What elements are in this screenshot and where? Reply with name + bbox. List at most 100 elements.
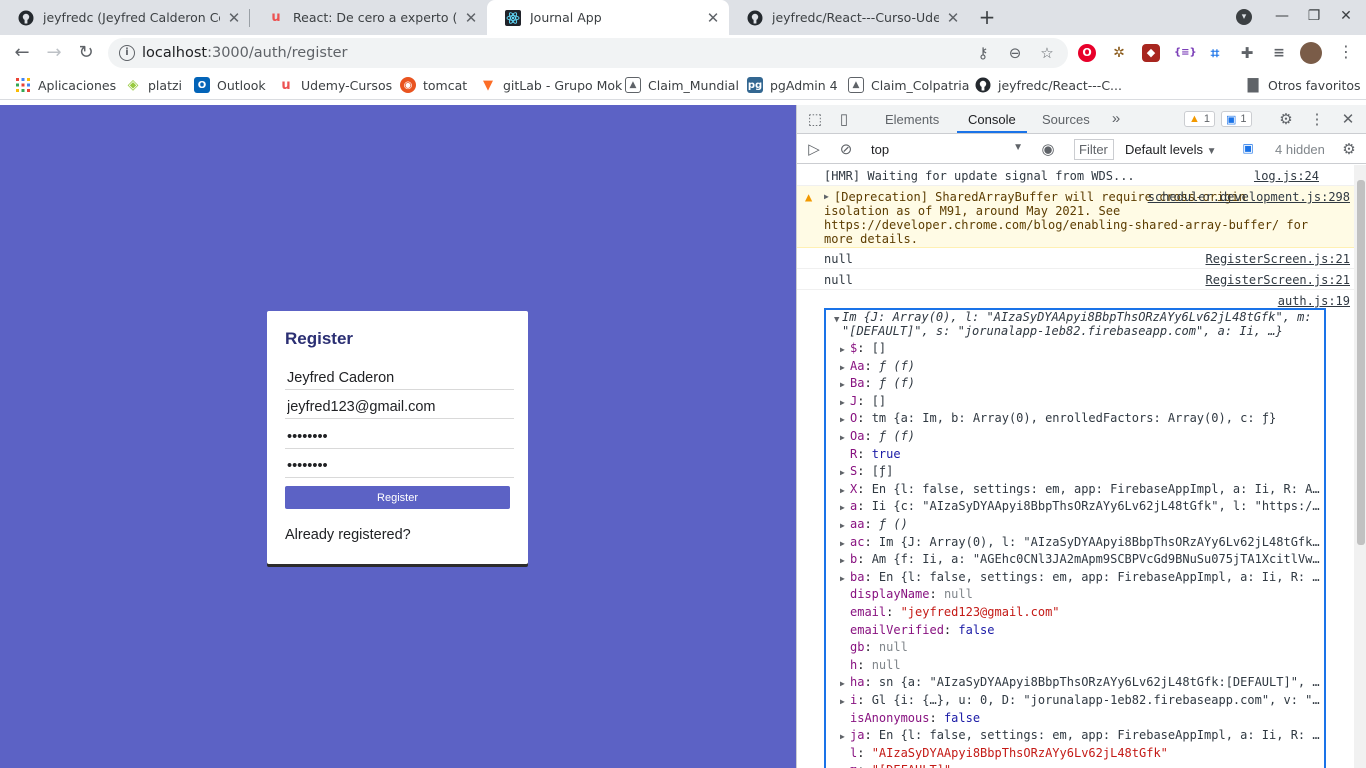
back-button[interactable]: ←	[9, 41, 35, 65]
tab-console[interactable]: Console	[968, 112, 1016, 127]
messages-badge[interactable]: ▣ 1	[1221, 111, 1252, 127]
tab-search-icon[interactable]: ▾	[1236, 9, 1252, 25]
clear-console-icon[interactable]: ⊘	[837, 140, 855, 158]
console-settings-icon[interactable]: ⚙	[1340, 140, 1358, 158]
media-queue-icon[interactable]: ≡	[1270, 44, 1288, 62]
forward-button[interactable]: →	[41, 41, 67, 65]
source-link[interactable]: RegisterScreen.js:21	[1206, 252, 1351, 266]
source-link[interactable]: RegisterScreen.js:21	[1206, 273, 1351, 287]
bookmark-claim-colpatria[interactable]: ▲ Claim_Colpatria	[848, 77, 969, 93]
tab-github-repo[interactable]: jeyfredc/React---Curso-Udemy ✕	[729, 0, 969, 35]
info-icon[interactable]: i	[119, 45, 135, 61]
expand-triangle-icon[interactable]: ▶	[840, 693, 850, 709]
bookmark-platzi[interactable]: ◈ platzi	[125, 77, 182, 93]
close-icon[interactable]: ✕	[705, 9, 721, 27]
collapse-triangle-icon[interactable]: ▼	[834, 313, 839, 327]
object-property-row[interactable]: ▶ ha: sn {a: "AIzaSyDYAApyi8BbpThsORzAYy6…	[840, 674, 1324, 691]
window-close-icon[interactable]: ✕	[1337, 8, 1355, 24]
devtools-menu-icon[interactable]: ⋮	[1308, 110, 1326, 128]
maximize-icon[interactable]: ❐	[1305, 8, 1323, 24]
tab-journal-app[interactable]: Journal App ✕	[487, 0, 729, 35]
bookmark-other-favorites[interactable]: ▇ Otros favoritos	[1245, 77, 1361, 93]
object-property-row[interactable]: ▶ ja: En {l: false, settings: em, app: Fi…	[840, 727, 1324, 744]
key-icon[interactable]: ⚷	[974, 44, 992, 62]
expand-triangle-icon[interactable]: ▶	[840, 482, 850, 498]
expand-triangle-icon[interactable]: ▶	[840, 535, 850, 551]
inspect-element-icon[interactable]: ⬚	[806, 110, 824, 128]
source-link[interactable]: scheduler.development.js:298	[1148, 190, 1350, 204]
register-button[interactable]: Register	[285, 486, 510, 509]
tab-udemy-course[interactable]: u React: De cero a experto ( Hooks ✕	[250, 0, 487, 35]
expand-triangle-icon[interactable]: ▶	[840, 429, 850, 445]
scrollbar-thumb[interactable]	[1357, 180, 1365, 545]
tab-sources[interactable]: Sources	[1042, 112, 1090, 127]
name-field[interactable]	[285, 366, 514, 390]
bookmark-tomcat[interactable]: ◉ tomcat	[400, 77, 467, 93]
new-tab-button[interactable]: +	[975, 6, 999, 30]
url-text[interactable]: localhost:3000/auth/register	[142, 45, 348, 61]
object-property-row[interactable]: ▶ a: Ii {c: "AIzaSyDYAApyi8BbpThsORzAYy6L…	[840, 498, 1324, 515]
object-property-row[interactable]: ▶ b: Am {f: Ii, a: "AGEhc0CNl3JA2mApm9SCB…	[840, 551, 1324, 568]
bookmark-pgadmin[interactable]: pg pgAdmin 4	[747, 77, 838, 93]
extensions-puzzle-icon[interactable]: ✚	[1238, 44, 1256, 62]
expand-triangle-icon[interactable]: ▶	[840, 570, 850, 586]
expand-triangle-icon[interactable]: ▶	[824, 190, 829, 204]
filter-input[interactable]: Filter	[1074, 139, 1114, 160]
object-property-row[interactable]: ▶ i: Gl {i: {…}, u: 0, D: "jorunalapp-1eb…	[840, 692, 1324, 709]
bookmark-github-repo[interactable]: jeyfredc/React---C...	[975, 77, 1122, 93]
device-toolbar-icon[interactable]: ▯	[835, 110, 853, 128]
close-icon[interactable]: ✕	[945, 9, 961, 27]
bookmark-outlook[interactable]: O Outlook	[194, 77, 266, 93]
sidebar-toggle-icon[interactable]: ▷	[805, 140, 823, 158]
object-property-row[interactable]: ▶ O: tm {a: Im, b: Array(0), enrolledFact…	[840, 410, 1324, 427]
close-icon[interactable]: ✕	[463, 9, 479, 27]
expand-triangle-icon[interactable]: ▶	[840, 517, 850, 533]
object-property-row[interactable]: ▶ Ba: ƒ (f)	[840, 375, 1324, 392]
extension-json-icon[interactable]: {≡}	[1174, 44, 1197, 62]
warnings-badge[interactable]: ▲ 1	[1184, 111, 1216, 127]
expand-triangle-icon[interactable]: ▶	[840, 394, 850, 410]
console-scrollbar[interactable]	[1354, 165, 1366, 768]
password-confirm-field[interactable]	[285, 454, 514, 478]
password-field[interactable]	[285, 425, 514, 449]
zoom-icon[interactable]: ⊖	[1006, 44, 1024, 62]
tab-elements[interactable]: Elements	[885, 112, 939, 127]
expand-triangle-icon[interactable]: ▶	[840, 376, 850, 392]
object-property-row[interactable]: ▶ Oa: ƒ (f)	[840, 428, 1324, 445]
object-property-row[interactable]: ▶ $: []	[840, 340, 1324, 357]
extension-game-icon[interactable]: ◆	[1142, 44, 1160, 62]
email-field[interactable]	[285, 395, 514, 419]
extension-opera-icon[interactable]: O	[1078, 44, 1096, 62]
login-link[interactable]: Already registered?	[285, 527, 411, 543]
expand-triangle-icon[interactable]: ▶	[840, 411, 850, 427]
extension-grid-icon[interactable]: ⌗	[1206, 44, 1224, 62]
live-expression-eye-icon[interactable]: ◉	[1039, 140, 1057, 158]
expand-triangle-icon[interactable]: ▶	[840, 728, 850, 744]
close-icon[interactable]: ✕	[226, 9, 242, 27]
object-property-row[interactable]: ▶ J: []	[840, 393, 1324, 410]
expand-triangle-icon[interactable]: ▶	[840, 675, 850, 691]
avatar[interactable]	[1300, 42, 1322, 64]
bookmark-apps[interactable]: Aplicaciones	[15, 77, 116, 93]
more-tabs-icon[interactable]: »	[1107, 110, 1125, 127]
minimize-icon[interactable]: —	[1273, 8, 1291, 24]
extension-bug-icon[interactable]: ✲	[1110, 44, 1128, 62]
tab-github-profile[interactable]: jeyfredc (Jeyfred Calderon Corte ✕	[0, 0, 250, 35]
bookmark-gitlab[interactable]: ▼ gitLab - Grupo Mok	[480, 77, 622, 93]
object-property-row[interactable]: ▶ X: En {l: false, settings: em, app: Fir…	[840, 481, 1324, 498]
log-levels-select[interactable]: Default levels ▼	[1125, 142, 1217, 157]
object-summary[interactable]: ▼ Im {J: Array(0), l: "AIzaSyDYAApyi8Bbp…	[834, 310, 1324, 338]
object-property-row[interactable]: ▶ Aa: ƒ (f)	[840, 358, 1324, 375]
bookmark-star-icon[interactable]: ☆	[1038, 44, 1056, 62]
expand-triangle-icon[interactable]: ▶	[840, 359, 850, 375]
menu-kebab-icon[interactable]: ⋮	[1338, 42, 1354, 61]
expand-triangle-icon[interactable]: ▶	[840, 464, 850, 480]
source-link[interactable]: auth.js:19	[1278, 294, 1350, 308]
expand-triangle-icon[interactable]: ▶	[840, 341, 850, 357]
source-link[interactable]: log.js:24	[1254, 169, 1319, 183]
close-devtools-icon[interactable]: ✕	[1339, 110, 1357, 128]
object-property-row[interactable]: ▶ aa: ƒ ()	[840, 516, 1324, 533]
expand-triangle-icon[interactable]: ▶	[840, 499, 850, 515]
settings-gear-icon[interactable]: ⚙	[1277, 110, 1295, 128]
issues-icon[interactable]: ▣	[1239, 141, 1257, 155]
